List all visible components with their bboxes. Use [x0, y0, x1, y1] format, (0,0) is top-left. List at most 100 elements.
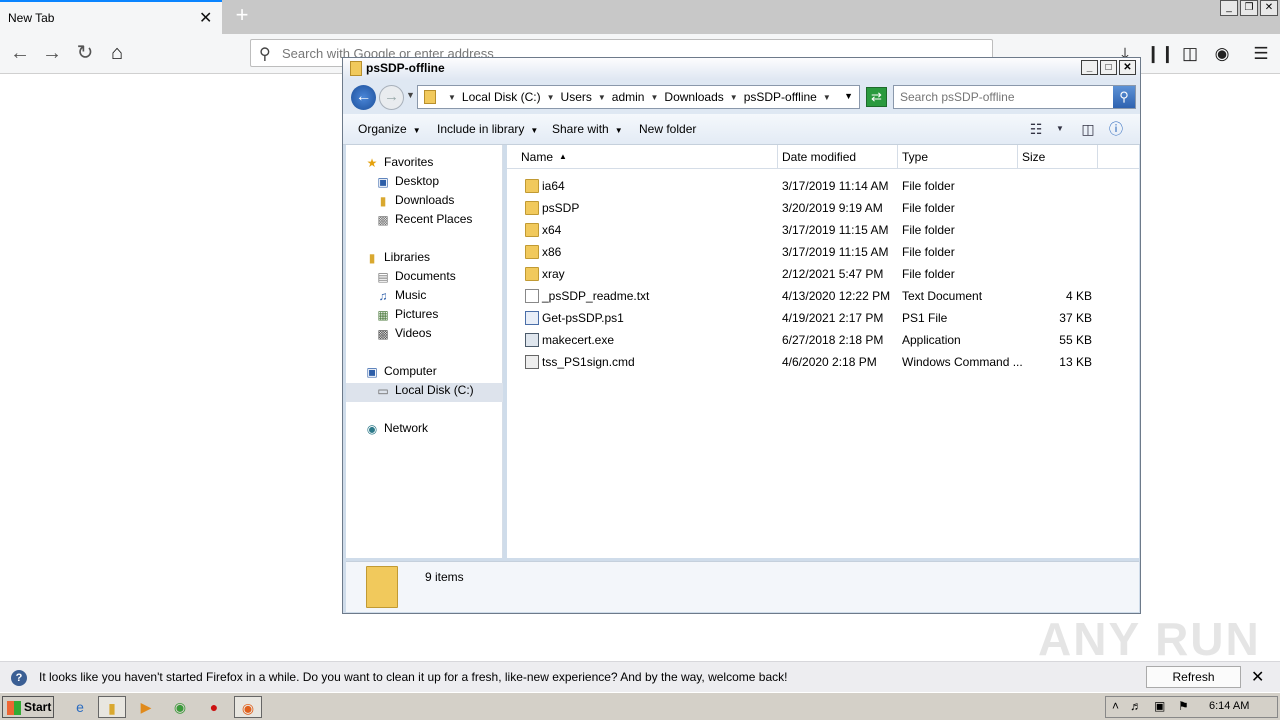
nav-item-local-disk[interactable]: ▭ Local Disk (C:) — [346, 383, 503, 402]
nav-item-recent-places[interactable]: ▩ Recent Places — [375, 212, 472, 231]
maximize-button[interactable]: □ — [1100, 60, 1117, 75]
start-button[interactable]: Start — [2, 696, 54, 718]
address-bar[interactable]: ▼ Local Disk (C:) ▼ Users ▼ admin ▼ Down… — [417, 85, 860, 109]
file-row[interactable]: xray 2/12/2021 5:47 PM File folder — [507, 263, 1139, 285]
minimize-button[interactable]: _ — [1081, 60, 1098, 75]
notification-message: It looks like you haven't started Firefo… — [39, 670, 788, 684]
nav-item-network[interactable]: ◉ Network — [364, 421, 428, 440]
home-icon[interactable]: ⌂ — [105, 42, 129, 66]
tab-close-icon[interactable]: ✕ — [199, 8, 212, 28]
file-row[interactable]: Get-psSDP.ps1 4/19/2021 2:17 PM PS1 File 37… — [507, 307, 1139, 329]
nav-item-music[interactable]: ♫ Music — [375, 288, 427, 307]
file-row[interactable]: x64 3/17/2019 11:15 AM File folder — [507, 219, 1139, 241]
breadcrumb-item[interactable]: Users — [561, 90, 592, 104]
include-in-library-button[interactable]: Include in library ▼ — [437, 122, 538, 136]
network-icon[interactable]: ▣ — [1154, 699, 1165, 713]
close-button[interactable]: ✕ — [1119, 60, 1136, 75]
explorer-title-bar[interactable]: psSDP-offline _ □ ✕ — [343, 58, 1140, 80]
firefox-icon[interactable]: ◉ — [234, 696, 262, 718]
close-icon[interactable]: ✕ — [1251, 667, 1264, 687]
file-type: Windows Command ... — [902, 355, 1023, 369]
chrome-icon[interactable]: ◉ — [166, 696, 194, 718]
reload-icon[interactable]: ↻ — [73, 42, 97, 66]
nav-item-favorites[interactable]: ★ Favorites — [364, 155, 434, 174]
nav-item-desktop[interactable]: ▣ Desktop — [375, 174, 439, 193]
refresh-button[interactable]: ⇄ — [866, 87, 887, 107]
share-with-button[interactable]: Share with ▼ — [552, 122, 623, 136]
breadcrumb-item[interactable]: Downloads — [664, 90, 723, 104]
forward-button[interactable]: → — [379, 85, 404, 110]
breadcrumb-item[interactable]: psSDP-offline — [744, 90, 817, 104]
chevron-down-icon[interactable]: ▼ — [547, 93, 555, 104]
sidebar-icon[interactable]: ◫ — [1178, 42, 1202, 66]
computer-icon: ▣ — [366, 364, 378, 379]
close-button[interactable]: ✕ — [1260, 0, 1278, 16]
nav-item-downloads[interactable]: ▮ Downloads — [375, 193, 455, 212]
file-row[interactable]: makecert.exe 6/27/2018 2:18 PM Application… — [507, 329, 1139, 351]
file-row[interactable]: tss_PS1sign.cmd 4/6/2020 2:18 PM Windows C… — [507, 351, 1139, 373]
clock[interactable]: 6:14 AM — [1209, 700, 1249, 712]
account-icon[interactable]: ◉ — [1210, 42, 1234, 66]
media-player-icon[interactable]: ▶ — [132, 696, 160, 718]
nav-item-pictures[interactable]: ▦ Pictures — [375, 307, 438, 326]
breadcrumb-item[interactable]: Local Disk (C:) — [462, 90, 541, 104]
start-label: Start — [24, 700, 52, 714]
file-row[interactable]: x86 3/17/2019 11:15 AM File folder — [507, 241, 1139, 263]
nav-label: Libraries — [384, 250, 431, 264]
menu-icon[interactable]: ☰ — [1249, 42, 1273, 66]
file-date: 3/17/2019 11:15 AM — [782, 245, 889, 259]
show-hidden-icons-icon[interactable]: ˄ — [1112, 699, 1119, 713]
nav-label: Recent Places — [395, 212, 473, 226]
chevron-down-icon[interactable]: ▼ — [823, 93, 831, 104]
file-size: 4 KB — [1065, 289, 1092, 303]
volume-icon[interactable]: ♬ — [1130, 699, 1142, 713]
action-center-flag-icon[interactable]: ⚑ — [1178, 699, 1189, 713]
file-row[interactable]: _psSDP_readme.txt 4/13/2020 12:22 PM Text … — [507, 285, 1139, 307]
nav-item-documents[interactable]: ▤ Documents — [375, 269, 456, 288]
chevron-down-icon[interactable]: ▼ — [650, 93, 658, 104]
back-button[interactable]: ← — [351, 85, 376, 110]
search-input[interactable] — [894, 86, 1112, 108]
help-icon[interactable]: ⓘ — [1107, 121, 1125, 137]
file-size: 55 KB — [1059, 333, 1092, 347]
search-field[interactable]: ⚲ — [893, 85, 1136, 109]
forward-arrow-icon[interactable]: → — [40, 42, 64, 66]
column-header-date[interactable]: Date modified — [778, 145, 898, 169]
nav-label: Music — [395, 288, 427, 302]
nav-item-videos[interactable]: ▩ Videos — [375, 326, 431, 345]
view-options-icon[interactable]: ☷ — [1027, 121, 1045, 137]
browser-tab-bar: New Tab ✕ + _ ❐ ✕ — [0, 0, 1280, 34]
file-row[interactable]: psSDP 3/20/2019 9:19 AM File folder — [507, 197, 1139, 219]
system-tray: ˄ ♬ ▣ ⚑ 6:14 AM — [1105, 696, 1278, 718]
file-explorer-icon[interactable]: ▮ — [98, 696, 126, 718]
restore-button[interactable]: ❐ — [1240, 0, 1258, 16]
window-title: psSDP-offline — [366, 61, 445, 75]
file-row[interactable]: ia64 3/17/2019 11:14 AM File folder — [507, 175, 1139, 197]
minimize-button[interactable]: _ — [1220, 0, 1238, 16]
history-dropdown-icon[interactable]: ▼ — [406, 90, 415, 100]
organize-button[interactable]: Organize ▼ — [358, 122, 421, 136]
internet-explorer-icon[interactable]: e — [66, 696, 94, 718]
refresh-firefox-button[interactable]: Refresh Firefox… — [1146, 666, 1241, 704]
library-icon[interactable]: ❙❙ — [1146, 42, 1175, 66]
chevron-down-icon[interactable]: ▼ — [448, 93, 456, 104]
column-header-type[interactable]: Type — [898, 145, 1018, 169]
chevron-down-icon[interactable]: ▼ — [1055, 121, 1065, 137]
chevron-down-icon[interactable]: ▼ — [598, 93, 606, 104]
nav-label: Documents — [395, 269, 456, 283]
breadcrumb-item[interactable]: admin — [612, 90, 645, 104]
opera-icon[interactable]: ● — [200, 696, 228, 718]
nav-item-computer[interactable]: ▣ Computer — [364, 364, 436, 383]
address-dropdown-icon[interactable]: ▼ — [844, 91, 853, 101]
column-header-name[interactable]: Name ▲ — [507, 145, 778, 169]
preview-pane-icon[interactable]: ◫ — [1079, 121, 1097, 137]
browser-tab[interactable]: New Tab ✕ — [0, 0, 222, 34]
nav-item-libraries[interactable]: ▮ Libraries — [364, 250, 430, 269]
file-name: psSDP — [542, 201, 580, 215]
search-icon[interactable]: ⚲ — [1113, 86, 1135, 108]
chevron-down-icon[interactable]: ▼ — [730, 93, 738, 104]
new-folder-button[interactable]: New folder — [639, 122, 696, 136]
column-header-size[interactable]: Size — [1018, 145, 1098, 169]
back-arrow-icon[interactable]: ← — [8, 42, 32, 66]
new-tab-button[interactable]: + — [230, 4, 254, 28]
